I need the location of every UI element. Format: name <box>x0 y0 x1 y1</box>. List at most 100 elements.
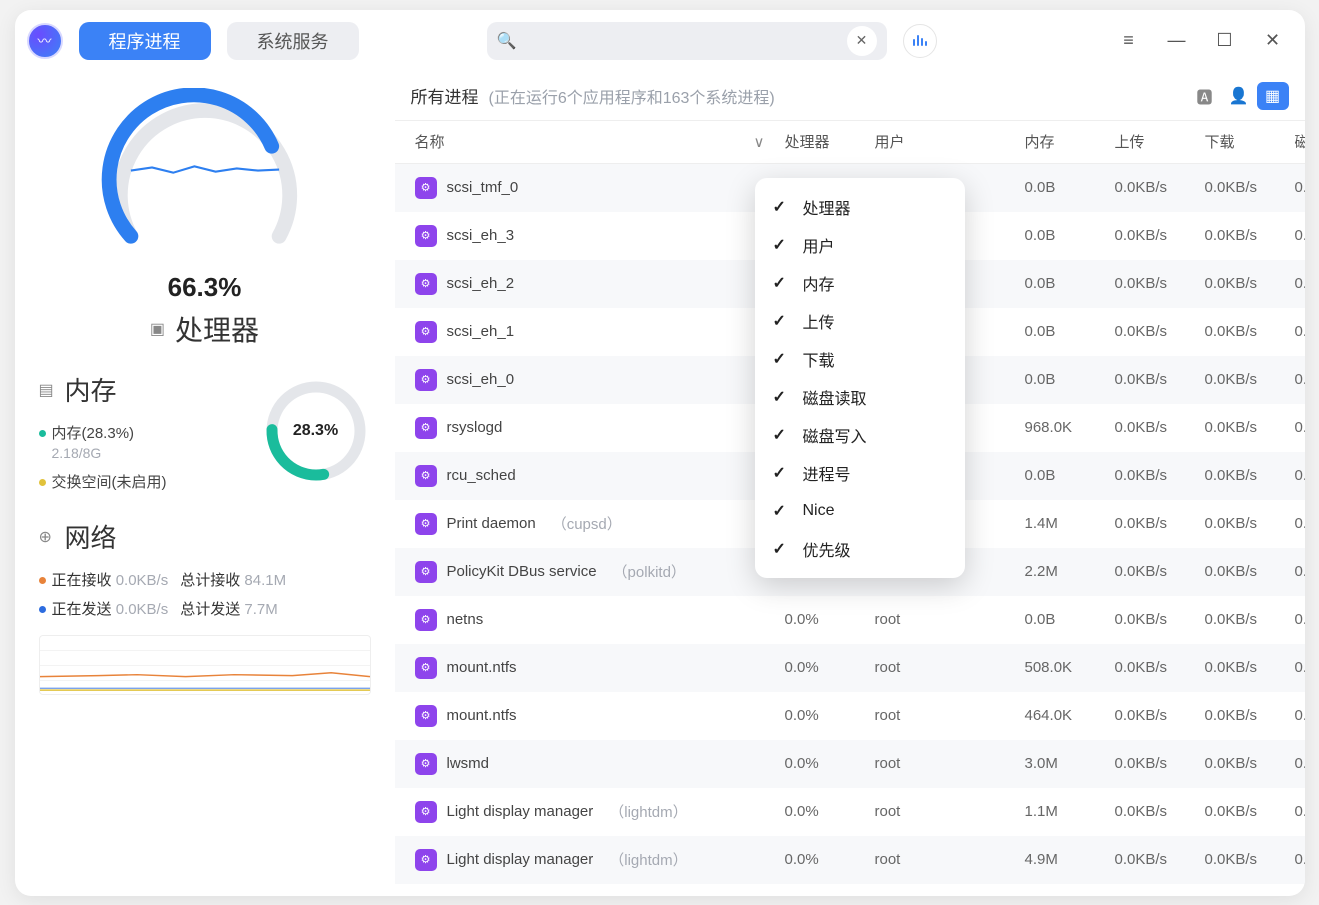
process-name: mount.ntfs <box>447 659 517 676</box>
check-icon: ✓ <box>773 539 791 559</box>
dropdown-item[interactable]: ✓上传 <box>755 302 965 340</box>
search-icon: 🔍 <box>497 31 517 51</box>
process-icon: ⚙ <box>415 225 437 247</box>
col-name[interactable]: 名称 ∨ <box>415 131 785 152</box>
memory-ring: 28.3% <box>261 376 371 486</box>
dropdown-item[interactable]: ✓Nice <box>755 492 965 530</box>
column-dropdown[interactable]: ✓处理器✓用户✓内存✓上传✓下载✓磁盘读取✓磁盘写入✓进程号✓Nice✓优先级 <box>755 178 965 578</box>
memory-title: 内存 <box>65 371 117 408</box>
tab-services[interactable]: 系统服务 <box>227 22 359 60</box>
table-row[interactable]: ⚙Light display manager（lightdm）0.0%root4… <box>395 836 1305 884</box>
memory-usage-line: 内存(28.3%) 2.18/8G <box>39 422 231 461</box>
process-name: rcu_sched <box>447 467 516 484</box>
cpu-gauge-card: 66.3% ▣ 处理器 <box>39 88 371 349</box>
process-icon: ⚙ <box>415 561 437 583</box>
network-icon: ⊕ <box>39 527 59 547</box>
memory-card: ▤ 内存 内存(28.3%) 2.18/8G 交换空间(未启用) <box>39 371 371 492</box>
menu-button[interactable]: ≡ <box>1109 21 1149 61</box>
view-user-button[interactable]: 👤 <box>1223 82 1255 110</box>
app-window: 〰 程序进程 系统服务 🔍 ✕ ≡ — ☐ ✕ <box>15 10 1305 896</box>
sidebar: 66.3% ▣ 处理器 ▤ 内存 内存(28.3%) 2.18/8G <box>15 72 395 896</box>
equalizer-button[interactable] <box>903 24 937 58</box>
process-list-title: 所有进程 <box>411 83 479 108</box>
maximize-button[interactable]: ☐ <box>1205 21 1245 61</box>
table-row[interactable]: ⚙lwsmd0.0%root3.0M0.0KB/s0.0KB/s0.0 <box>395 740 1305 788</box>
network-card: ⊕ 网络 正在接收 0.0KB/s 总计接收 84.1M 正在发送 0.0KB/… <box>39 518 371 695</box>
process-icon: ⚙ <box>415 849 437 871</box>
process-icon: ⚙ <box>415 657 437 679</box>
dropdown-item[interactable]: ✓优先级 <box>755 530 965 568</box>
dropdown-item[interactable]: ✓内存 <box>755 264 965 302</box>
check-icon: ✓ <box>773 425 791 445</box>
process-icon: ⚙ <box>415 801 437 823</box>
process-name: mount.ntfs <box>447 707 517 724</box>
process-name: Light display manager <box>447 851 594 868</box>
process-name: rsyslogd <box>447 419 503 436</box>
chevron-down-icon[interactable]: ∨ <box>754 133 765 151</box>
dropdown-item[interactable]: ✓磁盘读取 <box>755 378 965 416</box>
col-upload[interactable]: 上传 <box>1115 131 1205 152</box>
process-name: scsi_eh_3 <box>447 227 515 244</box>
col-download[interactable]: 下载 <box>1205 131 1295 152</box>
clear-search-button[interactable]: ✕ <box>847 26 877 56</box>
table-header: 名称 ∨ 处理器 用户 内存 上传 下载 磁 <box>395 120 1305 164</box>
check-icon: ✓ <box>773 463 791 483</box>
dropdown-item[interactable]: ✓用户 <box>755 226 965 264</box>
process-toolbar: 所有进程 (正在运行6个应用程序和163个系统进程) 🅰 👤 ▦ <box>395 72 1305 120</box>
minimize-button[interactable]: — <box>1157 21 1197 61</box>
cpu-percent: 66.3% <box>168 272 242 303</box>
check-icon: ✓ <box>773 501 791 521</box>
table-row[interactable]: ⚙netns0.0%root0.0B0.0KB/s0.0KB/s0.0 <box>395 596 1305 644</box>
app-logo-icon: 〰 <box>27 23 63 59</box>
titlebar: 〰 程序进程 系统服务 🔍 ✕ ≡ — ☐ ✕ <box>15 10 1305 72</box>
check-icon: ✓ <box>773 197 791 217</box>
process-name: netns <box>447 611 484 628</box>
network-title: 网络 <box>65 518 117 555</box>
process-icon: ⚙ <box>415 417 437 439</box>
process-icon: ⚙ <box>415 609 437 631</box>
cpu-icon: ▣ <box>150 319 165 339</box>
process-name: Light display manager <box>447 803 594 820</box>
process-icon: ⚙ <box>415 513 437 535</box>
col-disk[interactable]: 磁 <box>1295 131 1305 152</box>
process-name: lwsmd <box>447 755 490 772</box>
search-input[interactable] <box>526 32 836 49</box>
process-icon: ⚙ <box>415 465 437 487</box>
dropdown-item[interactable]: ✓磁盘写入 <box>755 416 965 454</box>
memory-icon: ▤ <box>39 380 59 400</box>
view-text-button[interactable]: 🅰 <box>1189 82 1221 110</box>
dropdown-item[interactable]: ✓下载 <box>755 340 965 378</box>
table-row[interactable]: ⚙mount.ntfs0.0%root464.0K0.0KB/s0.0KB/s0… <box>395 692 1305 740</box>
check-icon: ✓ <box>773 273 791 293</box>
dropdown-item[interactable]: ✓进程号 <box>755 454 965 492</box>
process-list-subtitle: (正在运行6个应用程序和163个系统进程) <box>489 84 775 108</box>
process-icon: ⚙ <box>415 321 437 343</box>
table-row[interactable]: ⚙Light display manager（lightdm）0.0%root1… <box>395 788 1305 836</box>
cpu-label: ▣ 处理器 <box>150 309 259 349</box>
process-icon: ⚙ <box>415 369 437 391</box>
close-button[interactable]: ✕ <box>1253 21 1293 61</box>
process-icon: ⚙ <box>415 705 437 727</box>
check-icon: ✓ <box>773 311 791 331</box>
dropdown-item[interactable]: ✓处理器 <box>755 188 965 226</box>
check-icon: ✓ <box>773 387 791 407</box>
search-box[interactable]: 🔍 ✕ <box>487 22 887 60</box>
col-mem[interactable]: 内存 <box>1025 131 1115 152</box>
view-grid-button[interactable]: ▦ <box>1257 82 1289 110</box>
process-icon: ⚙ <box>415 273 437 295</box>
swap-usage-line: 交换空间(未启用) <box>39 471 231 492</box>
tab-processes[interactable]: 程序进程 <box>79 22 211 60</box>
process-name: PolicyKit DBus service <box>447 563 597 580</box>
check-icon: ✓ <box>773 235 791 255</box>
process-name: scsi_eh_1 <box>447 323 515 340</box>
table-row[interactable]: ⚙mount.ntfs0.0%root508.0K0.0KB/s0.0KB/s0… <box>395 644 1305 692</box>
net-send-row: 正在发送 0.0KB/s 总计发送 7.7M <box>39 598 371 619</box>
col-cpu[interactable]: 处理器 <box>785 131 875 152</box>
process-icon: ⚙ <box>415 753 437 775</box>
net-recv-row: 正在接收 0.0KB/s 总计接收 84.1M <box>39 569 371 590</box>
network-sparkline <box>39 635 371 695</box>
col-user[interactable]: 用户 <box>875 131 1025 152</box>
process-icon: ⚙ <box>415 177 437 199</box>
process-name: scsi_tmf_0 <box>447 179 519 196</box>
process-name: scsi_eh_0 <box>447 371 515 388</box>
